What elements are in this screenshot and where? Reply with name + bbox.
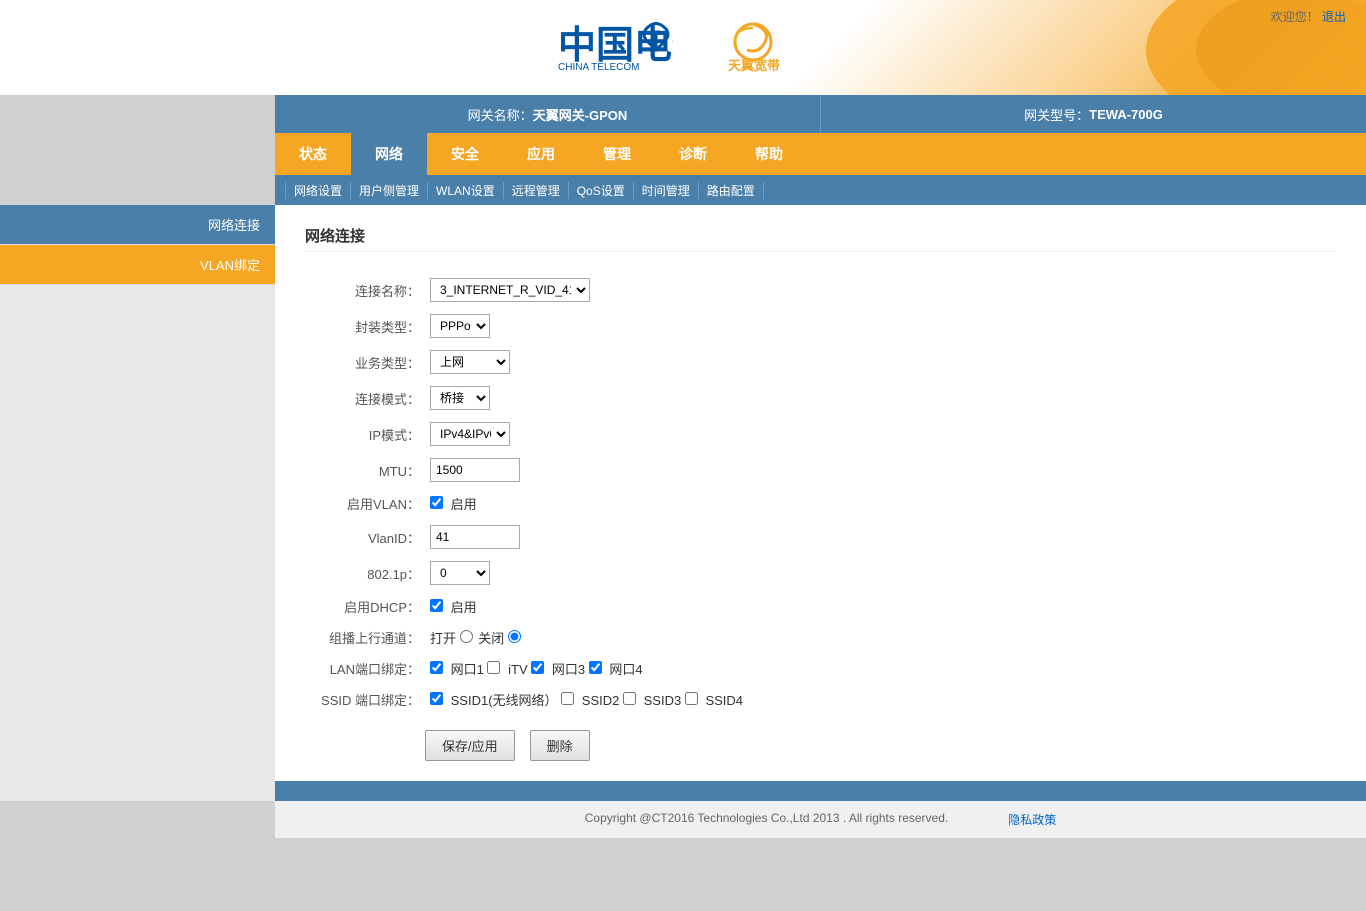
dot1p-label: 802.1p： [305, 555, 425, 591]
ip-mode-select[interactable]: IPv4&IPv6 IPv4 IPv6 [430, 422, 510, 446]
lan-bind-label: LAN端口绑定： [305, 653, 425, 684]
svg-text:天翼宽带: 天翼宽带 [728, 58, 780, 73]
ssid4-label: SSID4 [705, 693, 743, 708]
encap-type-label: 封装类型： [305, 308, 425, 344]
ssid1-label: SSID1(无线网络） [451, 693, 558, 708]
connection-mode-row: 连接模式： 桥接 路由 [305, 380, 748, 416]
dot1p-select[interactable]: 0 1 2 3 4 5 6 7 [430, 561, 490, 585]
lan-port3-checkbox[interactable] [531, 661, 544, 674]
nav-manage[interactable]: 管理 [579, 133, 655, 175]
nav-diagnose[interactable]: 诊断 [655, 133, 731, 175]
tianyi-logo-icon: 天翼宽带 [723, 20, 813, 75]
enable-dhcp-label: 启用DHCP： [305, 591, 425, 622]
enable-dhcp-row: 启用DHCP： 启用 [305, 591, 748, 622]
user-bar: 欢迎您！ 退出 [1271, 8, 1346, 25]
connection-name-select[interactable]: 3_INTERNET_R_VID_41 [430, 278, 590, 302]
sidebar-network-connection[interactable]: 网络连接 [0, 205, 275, 245]
ssid1-checkbox[interactable] [430, 692, 443, 705]
nav-help[interactable]: 帮助 [731, 133, 807, 175]
multicast-on-text: 打开 [430, 631, 456, 646]
lan-port3-label: 网口3 [552, 662, 585, 677]
page-title: 网络连接 [305, 225, 1336, 252]
form-buttons: 保存/应用 删除 [305, 730, 1336, 761]
connection-form: 连接名称： 3_INTERNET_R_VID_41 封装类型： PPPoE IP… [305, 272, 748, 715]
enable-dhcp-checkbox[interactable] [430, 599, 443, 612]
subnav-remote[interactable]: 远程管理 [504, 182, 569, 199]
china-telecom-logo-icon: 中国电信 CHINA TELECOM [553, 20, 673, 75]
ssid3-checkbox[interactable] [623, 692, 636, 705]
lan-port4-label: 网口4 [609, 662, 642, 677]
service-type-label: 业务类型： [305, 344, 425, 380]
gateway-name-label: 网关名称： [468, 105, 533, 124]
vlan-id-label: VlanID： [305, 519, 425, 555]
subnav-wlan[interactable]: WLAN设置 [428, 182, 504, 199]
service-type-select[interactable]: 上网 IPTV VoIP [430, 350, 510, 374]
ip-mode-row: IP模式： IPv4&IPv6 IPv4 IPv6 [305, 416, 748, 452]
lan-itv-label: iTV [508, 662, 528, 677]
lan-bind-row: LAN端口绑定： 网口1 iTV 网口3 网口4 [305, 653, 748, 684]
mtu-input[interactable]: 1500 [430, 458, 520, 482]
encap-type-select[interactable]: PPPoE IPoE Bridge [430, 314, 490, 338]
svg-text:CHINA TELECOM: CHINA TELECOM [558, 62, 640, 73]
connection-mode-select[interactable]: 桥接 路由 [430, 386, 490, 410]
enable-vlan-label: 启用VLAN： [305, 488, 425, 519]
service-type-row: 业务类型： 上网 IPTV VoIP [305, 344, 748, 380]
connection-mode-label: 连接模式： [305, 380, 425, 416]
ip-mode-label: IP模式： [305, 416, 425, 452]
main-content: 网络连接 连接名称： 3_INTERNET_R_VID_41 封装类型： P [275, 205, 1366, 781]
multicast-off-radio[interactable] [508, 630, 521, 643]
delete-button[interactable]: 删除 [530, 730, 590, 761]
subnav-network-settings[interactable]: 网络设置 [285, 182, 351, 199]
ssid4-checkbox[interactable] [685, 692, 698, 705]
mtu-row: MTU： 1500 [305, 452, 748, 488]
connection-name-row: 连接名称： 3_INTERNET_R_VID_41 [305, 272, 748, 308]
connection-name-label: 连接名称： [305, 272, 425, 308]
lan-port4-checkbox[interactable] [589, 661, 602, 674]
subnav-route[interactable]: 路由配置 [699, 182, 764, 199]
nav-network[interactable]: 网络 [351, 133, 427, 175]
enable-dhcp-text: 启用 [451, 600, 477, 615]
ssid2-checkbox[interactable] [561, 692, 574, 705]
multicast-label: 组播上行通道： [305, 622, 425, 653]
footer-copyright: Copyright @CT2016 Technologies Co.,Ltd 2… [585, 811, 949, 828]
enable-vlan-checkbox[interactable] [430, 496, 443, 509]
vlan-id-input[interactable]: 41 [430, 525, 520, 549]
ssid2-label: SSID2 [582, 693, 620, 708]
multicast-on-radio[interactable] [460, 630, 473, 643]
subnav-time[interactable]: 时间管理 [634, 182, 699, 199]
multicast-off-text: 关闭 [478, 631, 504, 646]
save-apply-button[interactable]: 保存/应用 [425, 730, 515, 761]
dot1p-row: 802.1p： 0 1 2 3 4 5 6 7 [305, 555, 748, 591]
subnav-user-manage[interactable]: 用户侧管理 [351, 182, 428, 199]
sidebar-vlan-bind[interactable]: VLAN绑定 [0, 245, 275, 285]
logout-link[interactable]: 退出 [1322, 10, 1346, 24]
enable-vlan-text: 启用 [451, 497, 477, 512]
ssid-bind-label: SSID 端口绑定： [305, 684, 425, 715]
gateway-name-value: 天翼网关-GPON [533, 105, 628, 124]
ssid3-label: SSID3 [644, 693, 682, 708]
lan-port1-checkbox[interactable] [430, 661, 443, 674]
enable-vlan-row: 启用VLAN： 启用 [305, 488, 748, 519]
mtu-label: MTU： [305, 452, 425, 488]
nav-app[interactable]: 应用 [503, 133, 579, 175]
gateway-type-value: TEWA-700G [1089, 107, 1163, 122]
encap-type-row: 封装类型： PPPoE IPoE Bridge [305, 308, 748, 344]
lan-itv-checkbox[interactable] [487, 661, 500, 674]
vlan-id-row: VlanID： 41 [305, 519, 748, 555]
footer-privacy[interactable]: 隐私政策 [1008, 811, 1056, 828]
ssid-bind-row: SSID 端口绑定： SSID1(无线网络） SSID2 SSID3 SSID4 [305, 684, 748, 715]
gateway-type-label: 网关型号： [1024, 105, 1089, 124]
nav-security[interactable]: 安全 [427, 133, 503, 175]
subnav-qos[interactable]: QoS设置 [569, 182, 634, 199]
lan-port1-label: 网口1 [451, 662, 484, 677]
multicast-row: 组播上行通道： 打开 关闭 [305, 622, 748, 653]
nav-status[interactable]: 状态 [275, 133, 351, 175]
welcome-text: 欢迎您！ [1271, 10, 1319, 24]
